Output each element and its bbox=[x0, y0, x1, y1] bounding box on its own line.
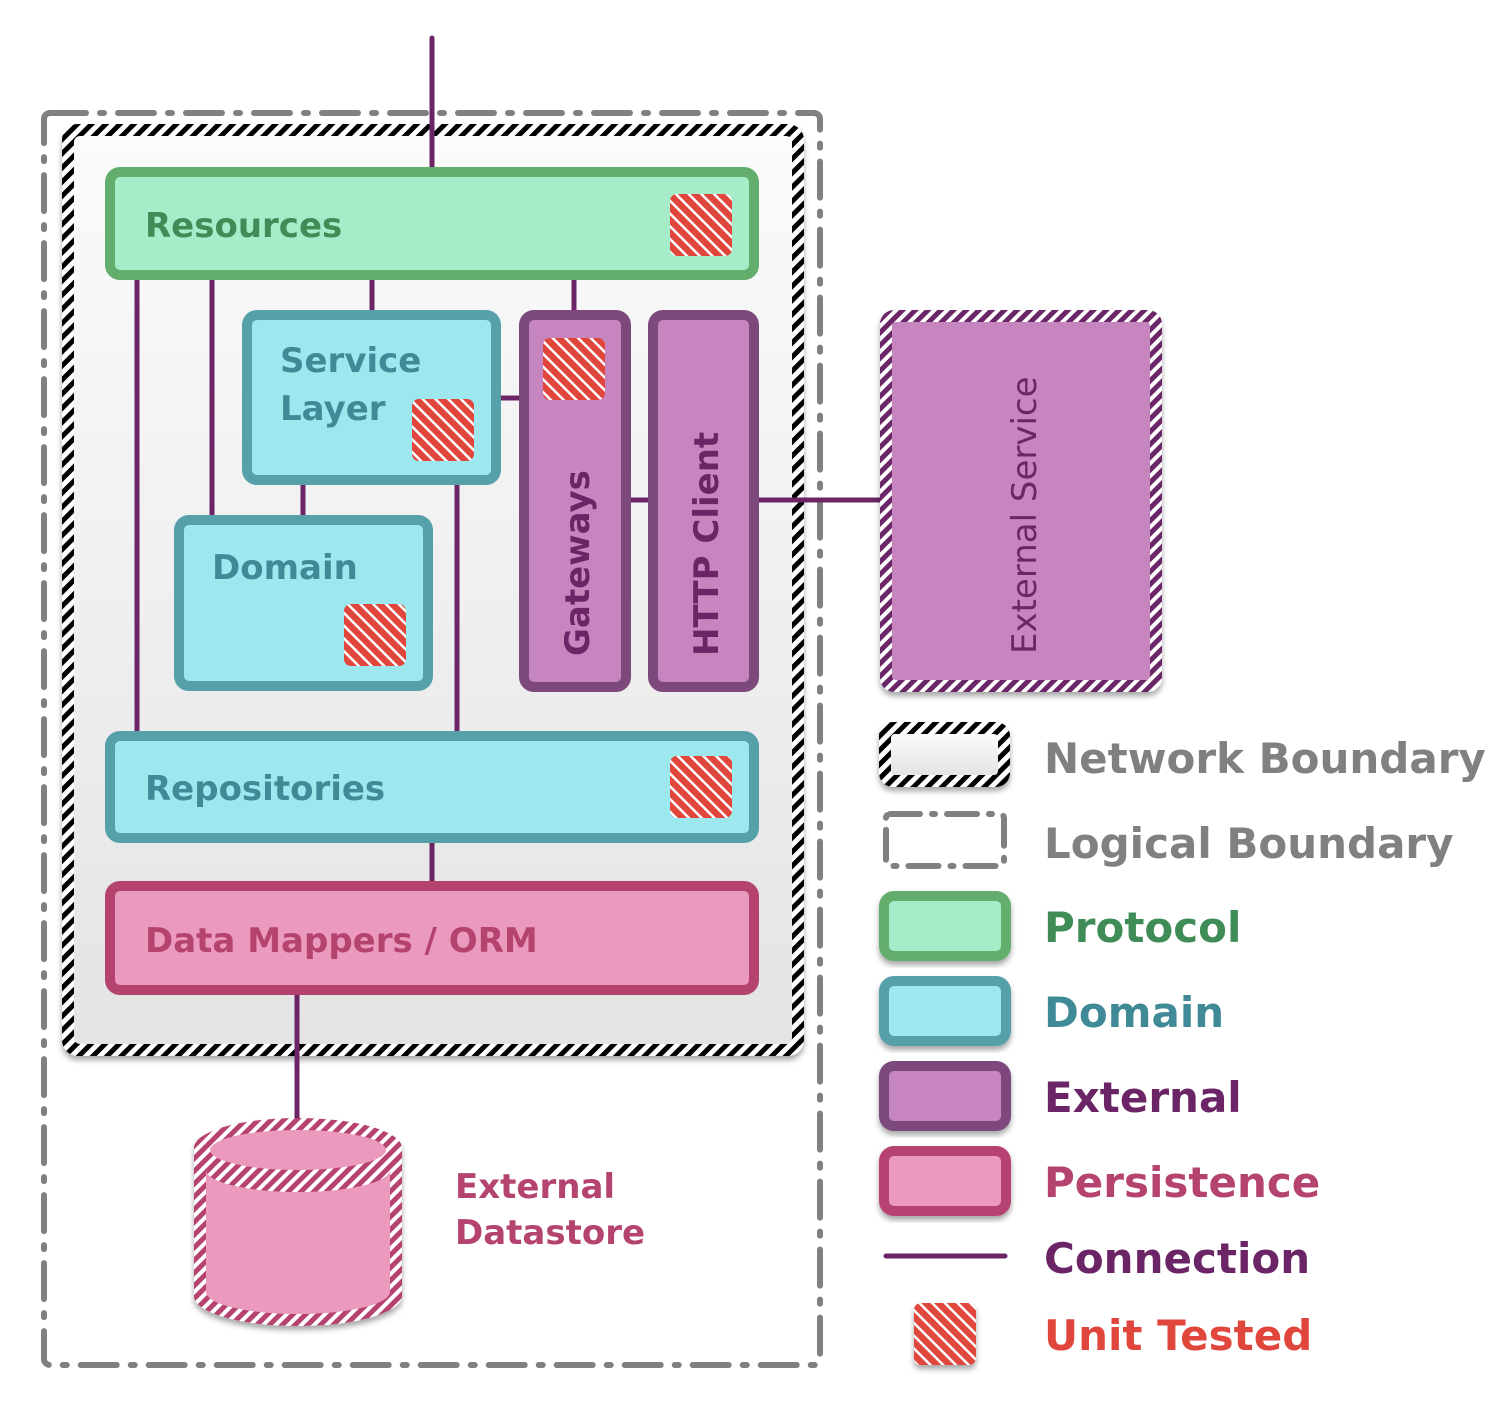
legend-item-persistence: Persistence bbox=[879, 1146, 1320, 1216]
legend-label: Unit Tested bbox=[1044, 1311, 1312, 1360]
http-client-box[interactable]: HTTP Client bbox=[648, 310, 759, 692]
legend-item-connection: Connection bbox=[883, 1234, 1310, 1283]
legend-item-domain: Domain bbox=[879, 976, 1224, 1046]
legend-item-external: External bbox=[879, 1061, 1242, 1131]
legend-label: Network Boundary bbox=[1044, 734, 1486, 783]
legend-item-network-boundary: Network Boundary bbox=[879, 722, 1486, 787]
external-datastore-cylinder[interactable] bbox=[194, 1118, 402, 1326]
legend-label: Persistence bbox=[1044, 1158, 1320, 1207]
http-client-label: HTTP Client bbox=[687, 432, 727, 656]
legend-label: Connection bbox=[1044, 1234, 1310, 1283]
legend-label: External bbox=[1044, 1073, 1242, 1122]
legend-label: Protocol bbox=[1044, 903, 1241, 952]
repositories-box[interactable]: Repositories bbox=[105, 731, 759, 843]
gateways-box[interactable]: Gateways bbox=[519, 310, 631, 692]
service-layer-label-line1: Service bbox=[280, 341, 421, 381]
unit-tested-icon bbox=[914, 1303, 976, 1365]
external-datastore-label-line1: External bbox=[455, 1167, 615, 1207]
legend-item-unit-tested: Unit Tested bbox=[914, 1303, 1312, 1365]
external-service-box[interactable]: External Service bbox=[880, 310, 1162, 692]
legend-label: Logical Boundary bbox=[1044, 819, 1454, 868]
gateways-label: Gateways bbox=[558, 470, 598, 656]
repositories-label: Repositories bbox=[145, 769, 385, 809]
service-layer-label-line2: Layer bbox=[280, 389, 386, 429]
unit-tested-icon bbox=[670, 756, 732, 818]
legend-label: Domain bbox=[1044, 988, 1224, 1037]
resources-label: Resources bbox=[145, 206, 342, 246]
legend-item-protocol: Protocol bbox=[879, 891, 1241, 961]
resources-box[interactable]: Resources bbox=[105, 167, 759, 280]
unit-tested-icon bbox=[412, 399, 474, 461]
domain-label: Domain bbox=[212, 548, 358, 588]
domain-box[interactable]: Domain bbox=[174, 515, 433, 691]
legend: Network Boundary Logical Boundary Protoc… bbox=[879, 722, 1486, 1365]
data-mappers-label: Data Mappers / ORM bbox=[145, 921, 538, 961]
external-service-label: External Service bbox=[1005, 376, 1045, 654]
data-mappers-box[interactable]: Data Mappers / ORM bbox=[105, 881, 759, 995]
legend-item-logical-boundary: Logical Boundary bbox=[883, 811, 1454, 869]
external-datastore-label-line2: Datastore bbox=[455, 1213, 645, 1253]
architecture-diagram: Resources Service Layer Domain Gateways … bbox=[41, 35, 1486, 1368]
unit-tested-icon bbox=[344, 604, 406, 666]
service-layer-box[interactable]: Service Layer bbox=[242, 310, 501, 485]
unit-tested-icon bbox=[670, 194, 732, 256]
unit-tested-icon bbox=[543, 338, 605, 400]
